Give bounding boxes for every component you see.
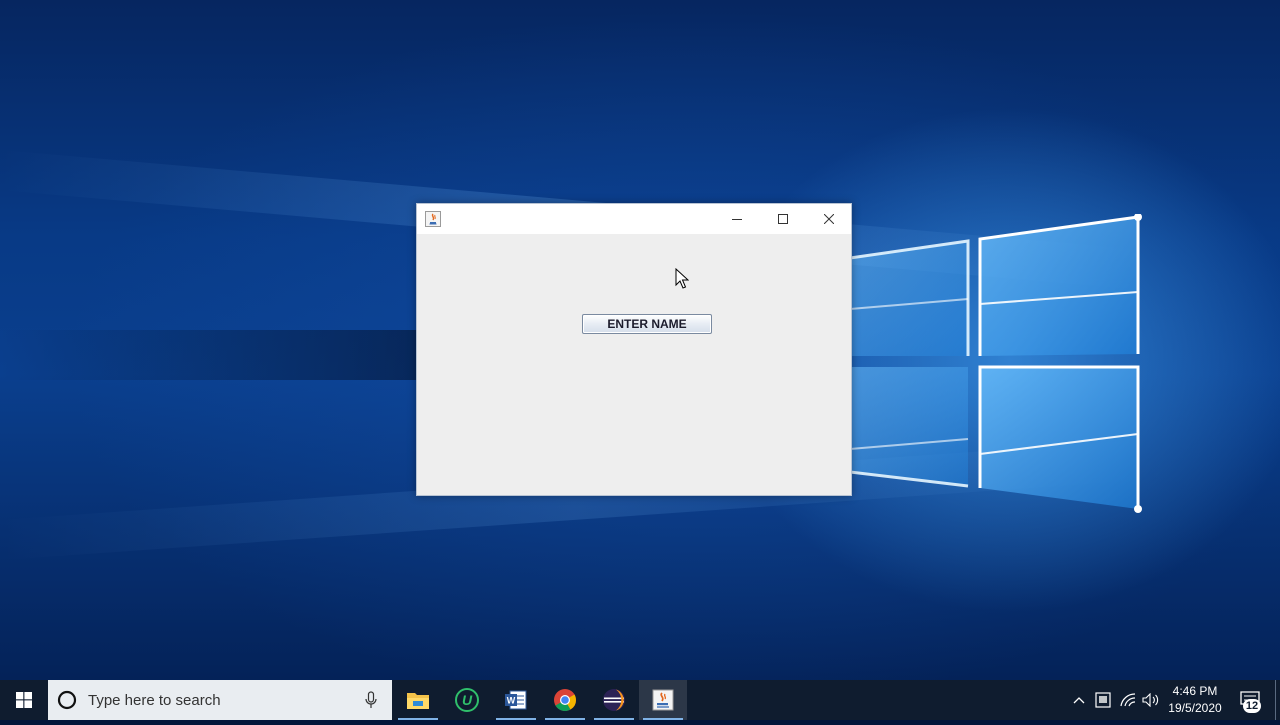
folder-icon [407, 693, 429, 709]
windows-logo-graphic [850, 214, 1142, 513]
chevron-up-icon [1073, 697, 1085, 704]
minimize-button[interactable] [714, 204, 760, 234]
taskbar-app-eclipse[interactable] [590, 680, 638, 720]
word-icon: W [505, 690, 527, 710]
maximize-icon [778, 214, 788, 224]
window-content: ENTER NAME [417, 234, 851, 495]
taskbar-clock[interactable]: 4:46 PM 19/5/2020 [1162, 683, 1228, 717]
taskbar-app-chrome[interactable] [541, 680, 589, 720]
close-icon [824, 214, 834, 224]
chrome-icon [554, 689, 576, 711]
clock-time: 4:46 PM [1172, 684, 1218, 698]
taskbar: Type here to search U W 4:46 PM 19/5/202… [0, 680, 1280, 720]
taskbar-app-word[interactable]: W [492, 680, 540, 720]
speaker-icon [1142, 693, 1159, 707]
java-app-window[interactable]: ENTER NAME [416, 203, 852, 496]
show-hidden-icons-button[interactable] [1068, 680, 1090, 720]
volume-button[interactable] [1140, 680, 1162, 720]
mouse-cursor-icon [675, 268, 689, 289]
tray-device-icon [1095, 692, 1111, 708]
microphone-icon[interactable] [364, 691, 378, 709]
taskbar-app-utorrent[interactable]: U [443, 680, 491, 720]
utorrent-icon: U [455, 688, 479, 712]
java-app-icon [425, 211, 441, 227]
search-placeholder: Type here to search [88, 692, 221, 709]
cortana-search-icon [57, 690, 77, 710]
tray-device-button[interactable] [1092, 680, 1114, 720]
show-desktop-button[interactable] [1275, 680, 1276, 720]
window-titlebar[interactable] [417, 204, 851, 234]
java-icon [652, 689, 674, 711]
network-button[interactable] [1117, 680, 1139, 720]
start-button[interactable] [0, 680, 48, 720]
clock-date: 19/5/2020 [1168, 701, 1222, 715]
taskbar-search-box[interactable]: Type here to search [48, 680, 392, 720]
taskbar-app-file-explorer[interactable] [394, 680, 442, 720]
eclipse-icon [603, 689, 625, 711]
windows-start-icon [16, 692, 32, 708]
svg-text:U: U [462, 692, 473, 708]
enter-name-button[interactable]: ENTER NAME [582, 314, 712, 334]
svg-text:W: W [507, 696, 516, 706]
close-button[interactable] [806, 204, 852, 234]
minimize-icon [732, 219, 742, 220]
taskbar-app-java[interactable] [639, 680, 687, 720]
wifi-icon [1120, 693, 1136, 707]
notification-count-badge: 12 [1243, 699, 1261, 713]
maximize-button[interactable] [760, 204, 806, 234]
